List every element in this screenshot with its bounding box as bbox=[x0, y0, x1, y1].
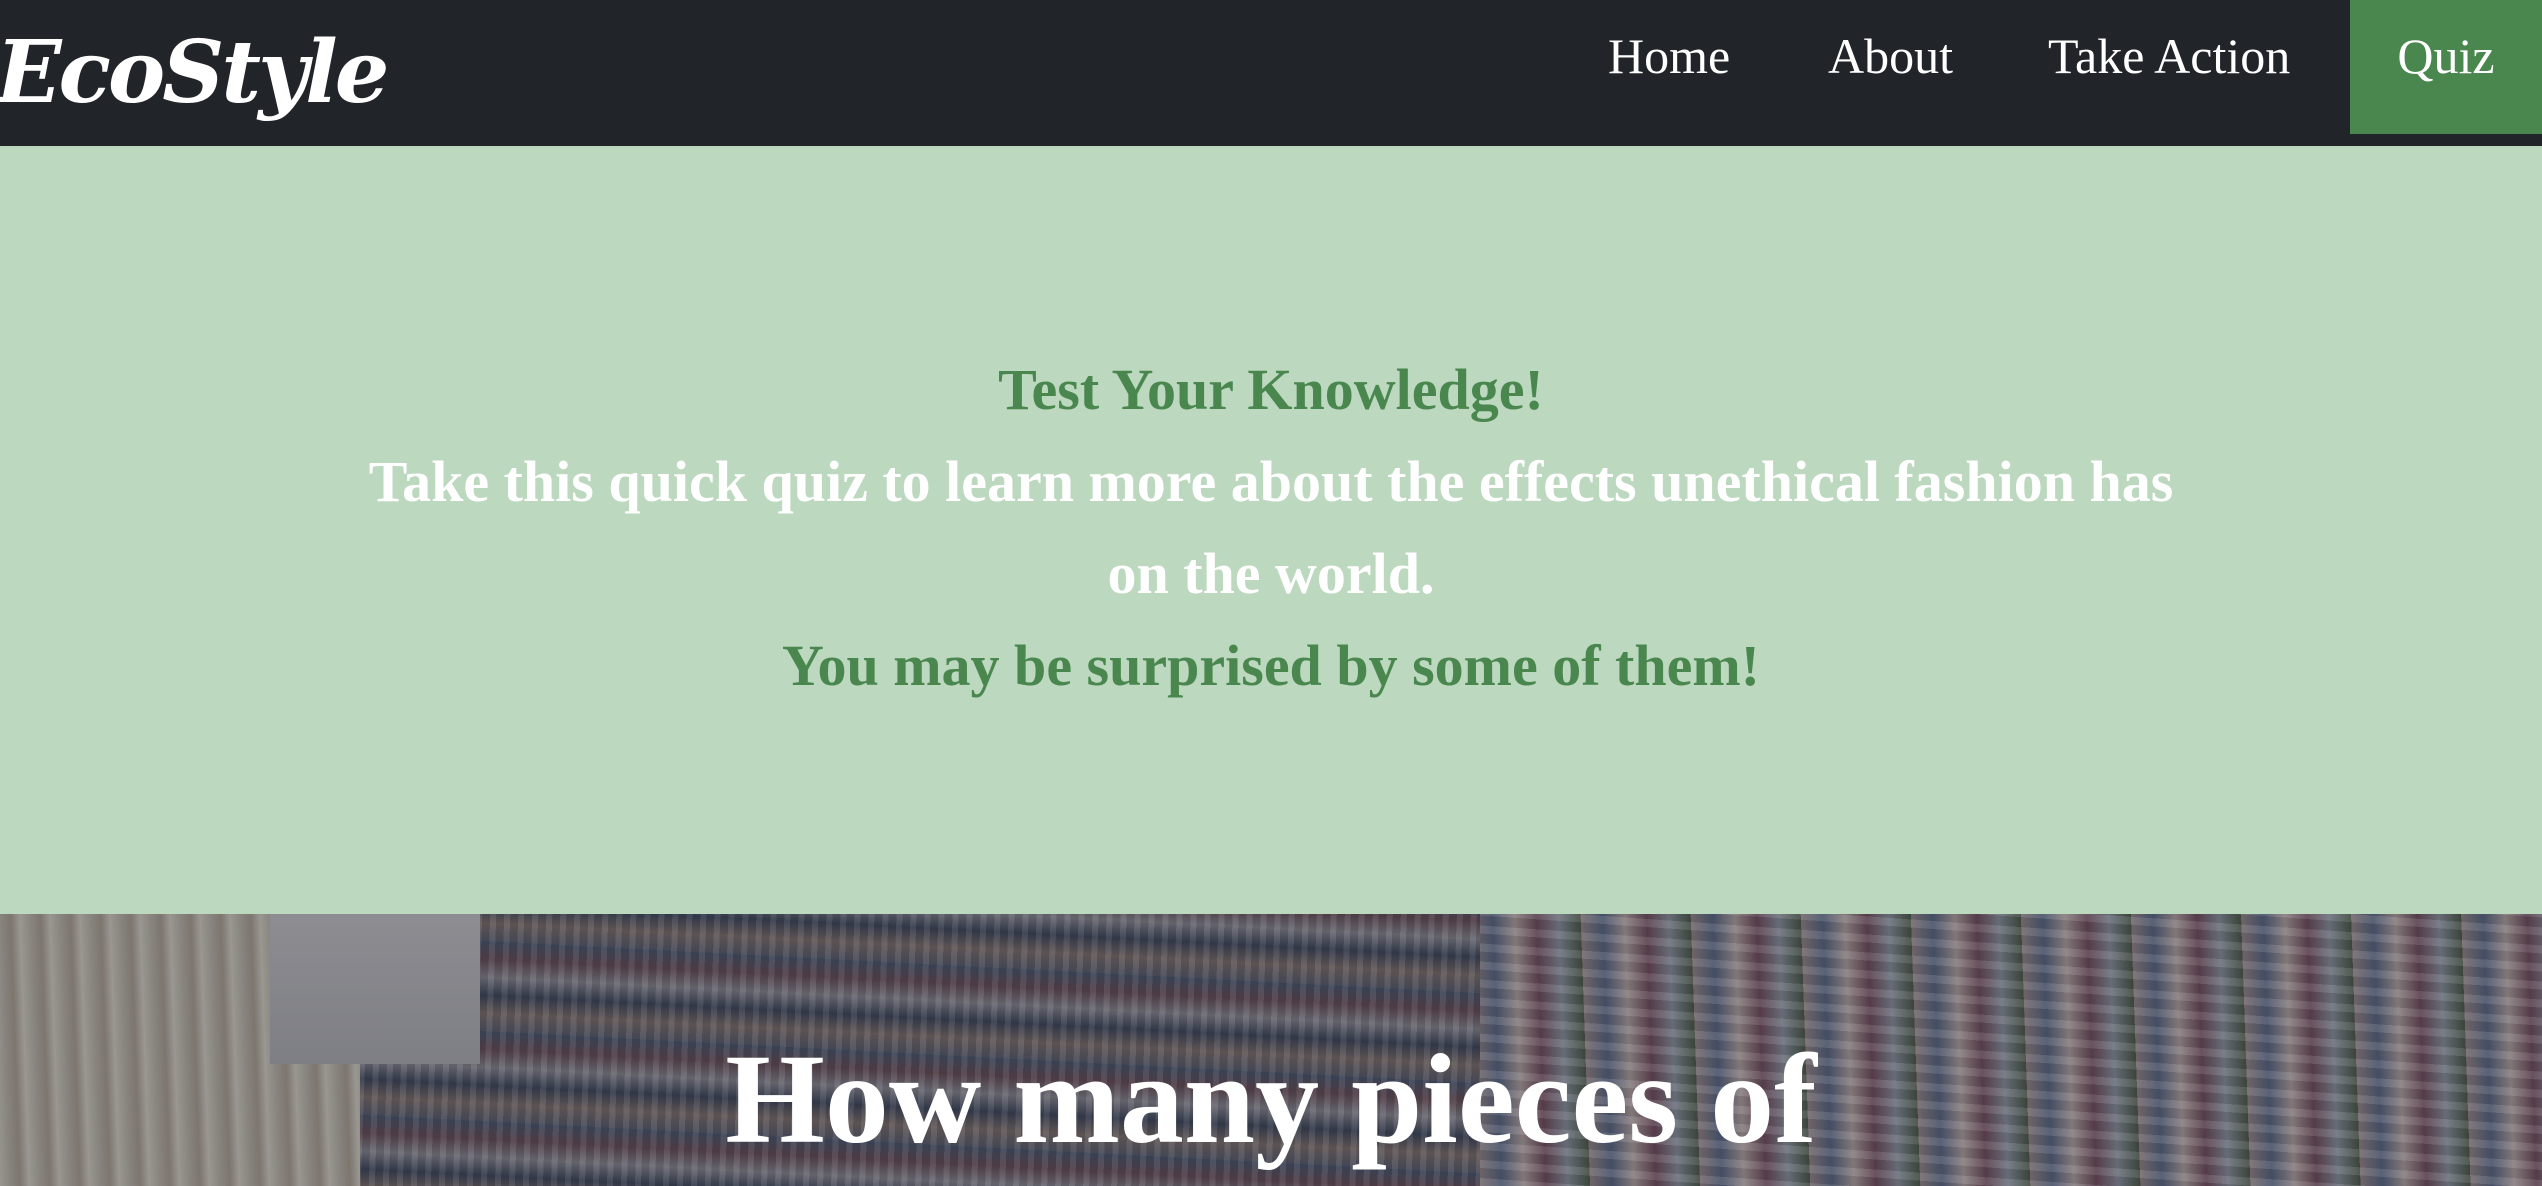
question-heading: How many pieces of bbox=[725, 1028, 1817, 1170]
nav-take-action-link[interactable]: Take Action bbox=[2048, 0, 2290, 134]
nav-home-link[interactable]: Home bbox=[1608, 0, 1730, 134]
intro-body-line-2: on the world. bbox=[1107, 541, 1435, 606]
nav-quiz-link[interactable]: Quiz bbox=[2350, 0, 2542, 134]
question-hero: How many pieces of bbox=[0, 914, 2542, 1186]
nav-about-link[interactable]: About bbox=[1828, 0, 1953, 134]
top-navbar: EcoStyle Home About Take Action Quiz bbox=[0, 0, 2542, 146]
intro-title: Test Your Knowledge! bbox=[998, 357, 1544, 422]
site-logo[interactable]: EcoStyle bbox=[0, 8, 389, 138]
quiz-intro-section: Test Your Knowledge! Take this quick qui… bbox=[0, 146, 2542, 914]
intro-note: You may be surprised by some of them! bbox=[782, 633, 1760, 698]
intro-body-line-1: Take this quick quiz to learn more about… bbox=[368, 449, 2174, 514]
